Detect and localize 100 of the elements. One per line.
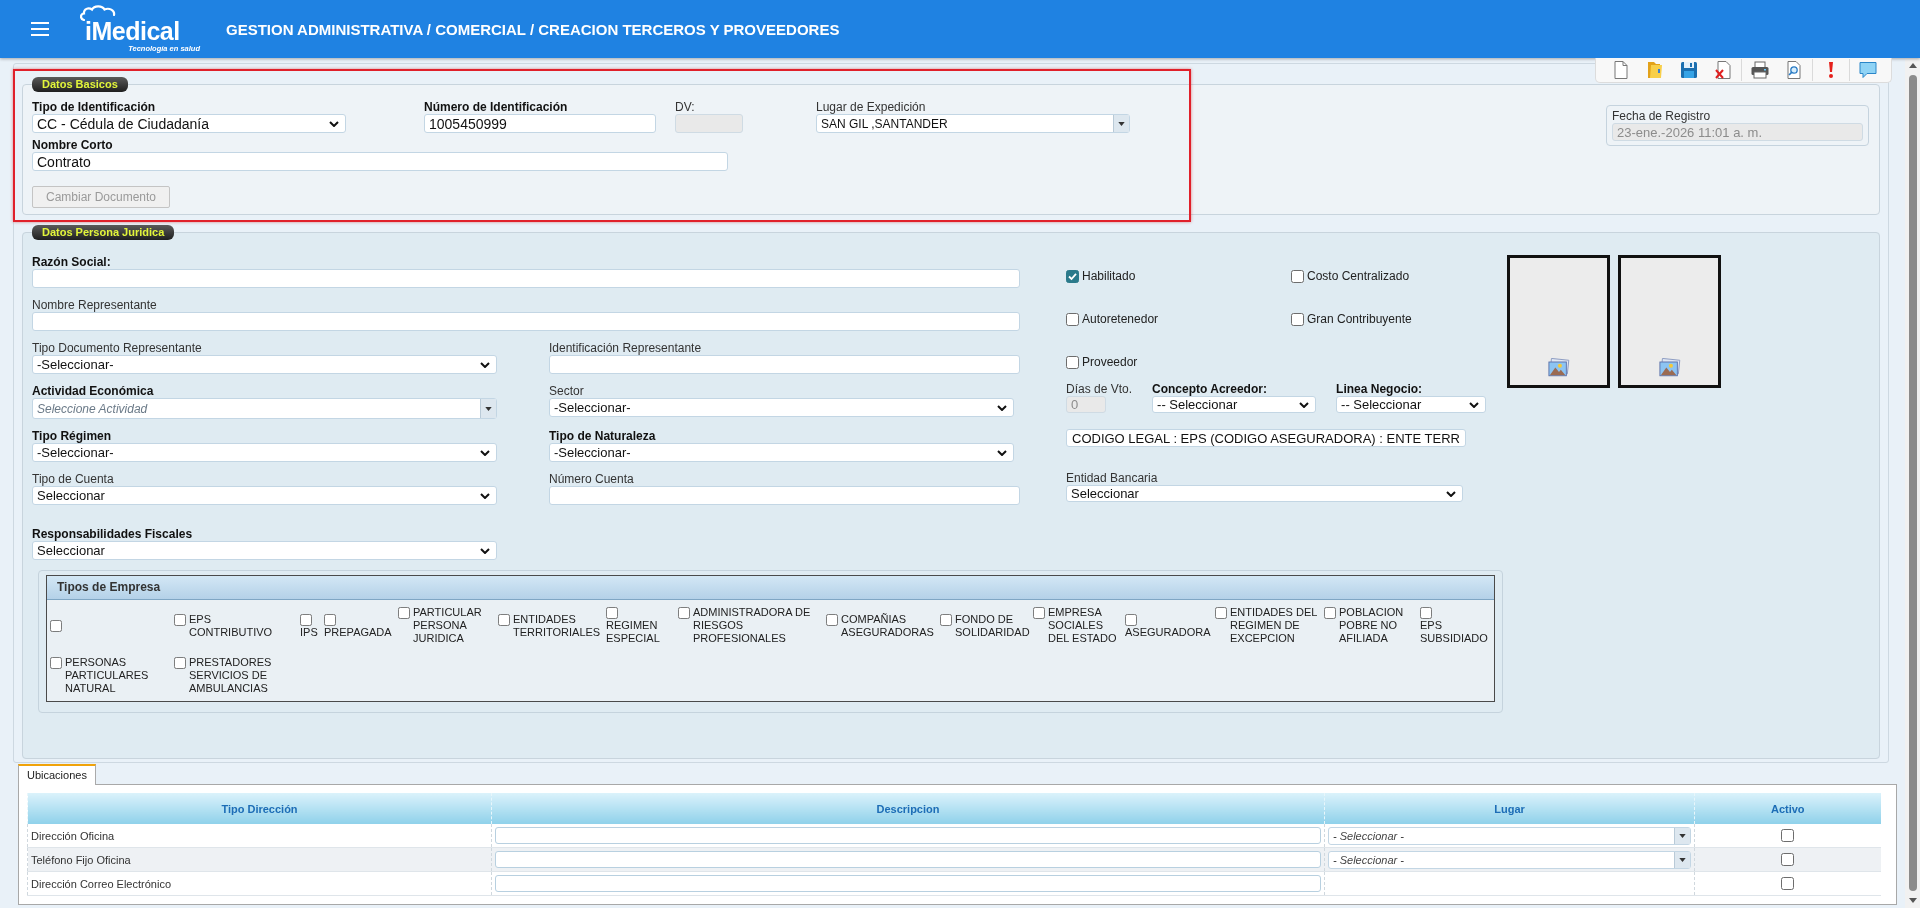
dropdown-button[interactable] xyxy=(1113,115,1129,132)
checkbox-label: Proveedor xyxy=(1082,355,1138,369)
checkbox[interactable] xyxy=(300,613,312,626)
checkbox-label: EPS CONTRIBUTIVO xyxy=(189,612,274,639)
chevron-down-icon xyxy=(997,449,1007,456)
select-field[interactable]: Seleccionar xyxy=(32,541,497,560)
checkbox-label: PRESTADORES SERVICIOS DE AMBULANCIAS xyxy=(189,656,273,695)
chevron-down-icon xyxy=(1469,401,1480,408)
field-label: Actividad Económica xyxy=(32,384,155,398)
checkbox[interactable] xyxy=(1066,312,1079,326)
select-field[interactable]: -Seleccionar- xyxy=(549,443,1014,462)
select-field[interactable]: CC - Cédula de Ciudadanía xyxy=(32,114,346,133)
caret-down-icon xyxy=(485,406,492,411)
checkbox[interactable] xyxy=(1291,269,1304,283)
checkbox[interactable] xyxy=(1781,877,1795,891)
field-label: Tipo de Identificación xyxy=(32,100,157,114)
checkbox[interactable] xyxy=(398,607,410,619)
document-icon[interactable] xyxy=(1611,60,1631,80)
checkbox[interactable] xyxy=(826,613,838,626)
caret-down-icon xyxy=(1679,857,1686,862)
field-label: Fecha de Registro xyxy=(1612,109,1712,123)
checkbox[interactable] xyxy=(1291,312,1304,326)
folder-icon[interactable] xyxy=(1645,60,1665,80)
checkbox[interactable] xyxy=(1781,853,1795,867)
caret-down-icon[interactable] xyxy=(1908,898,1917,903)
checkbox[interactable] xyxy=(606,607,618,619)
panel-header: Tipos de Empresa xyxy=(47,576,1494,600)
select-field[interactable]: -- Seleccionar xyxy=(1336,396,1487,413)
document-search-icon[interactable] xyxy=(1784,60,1804,80)
checkbox[interactable] xyxy=(1066,355,1079,369)
checkbox[interactable] xyxy=(1324,607,1336,619)
checkbox[interactable] xyxy=(1066,269,1079,283)
checkbox-label: Gran Contribuyente xyxy=(1307,312,1412,326)
field-label: Días de Vto. xyxy=(1066,382,1133,396)
dropdown-button[interactable] xyxy=(1674,851,1690,868)
checkbox[interactable] xyxy=(940,613,952,626)
text-field[interactable] xyxy=(495,827,1321,844)
checkbox-label: ASEGURADORA xyxy=(1125,625,1212,639)
ubicaciones-tab[interactable]: Ubicaciones xyxy=(18,764,96,785)
page-title: GESTION ADMINISTRATIVA / COMERCIAL / CREACION TERCEROS Y PROVEEDORES xyxy=(226,20,840,38)
combo-field[interactable]: - Seleccionar - xyxy=(1328,850,1691,869)
scrollbar[interactable] xyxy=(1905,58,1920,908)
text-field[interactable]: Contrato xyxy=(32,152,728,171)
checkbox[interactable] xyxy=(174,657,186,669)
checkbox[interactable] xyxy=(678,607,690,619)
checkbox[interactable] xyxy=(174,613,186,626)
checkbox[interactable] xyxy=(324,613,336,626)
checkbox[interactable] xyxy=(50,657,62,669)
checkbox[interactable] xyxy=(498,613,510,626)
chevron-down-icon xyxy=(329,120,339,127)
checkbox[interactable] xyxy=(50,620,62,632)
checkbox[interactable] xyxy=(1420,607,1432,619)
text-field[interactable]: CODIGO LEGAL : EPS (CODIGO ASEGURADORA) : ENTE TERR xyxy=(1066,429,1466,447)
select-field[interactable]: Seleccionar xyxy=(32,486,497,505)
save-icon[interactable] xyxy=(1679,60,1699,80)
printer-icon[interactable] xyxy=(1750,60,1770,80)
text-field[interactable] xyxy=(495,851,1321,868)
field-label: Concepto Acreedor: xyxy=(1152,382,1268,396)
field-label: Nombre Representante xyxy=(32,298,158,312)
image-icon xyxy=(1547,358,1570,377)
text-field[interactable]: 1005450999 xyxy=(424,114,656,133)
field-label: Sector xyxy=(549,384,585,398)
text-field[interactable] xyxy=(549,355,1020,374)
checkbox[interactable] xyxy=(1781,829,1795,843)
combo-field[interactable]: SAN GIL ,SANTANDER xyxy=(816,114,1130,133)
select-field[interactable]: -Seleccionar- xyxy=(32,355,497,374)
field-label: Razón Social: xyxy=(32,255,112,269)
checkbox-label: REGIMEN ESPECIAL xyxy=(606,619,661,645)
exclamation-icon[interactable] xyxy=(1827,60,1835,80)
checkbox[interactable] xyxy=(1215,607,1227,619)
checkbox[interactable] xyxy=(1125,613,1137,626)
field-label: Identificación Representante xyxy=(549,341,703,355)
text-field[interactable] xyxy=(32,269,1020,288)
checkbox-label: PERSONAS PARTICULARES NATURAL xyxy=(65,656,150,695)
select-field[interactable]: Seleccionar xyxy=(1066,485,1463,502)
image-icon xyxy=(1658,358,1681,377)
checkbox-label: EPS SUBSIDIADO xyxy=(1420,619,1489,645)
speech-bubble-icon[interactable] xyxy=(1858,60,1878,80)
table-cell: Dirección Oficina xyxy=(27,824,492,848)
combo-field[interactable]: - Seleccionar - xyxy=(1328,826,1691,845)
field-label: Linea Negocio: xyxy=(1336,382,1424,396)
checkbox[interactable] xyxy=(1033,607,1045,619)
text-field[interactable] xyxy=(32,312,1020,331)
select-field[interactable]: -Seleccionar- xyxy=(32,443,497,462)
dropdown-button[interactable] xyxy=(480,399,496,418)
caret-down-icon xyxy=(1679,833,1686,838)
menu-icon[interactable] xyxy=(31,22,49,36)
caret-up-icon[interactable] xyxy=(1908,63,1917,68)
combo-field[interactable]: Seleccione Actividad xyxy=(32,398,497,419)
text-field[interactable] xyxy=(549,486,1020,505)
document-x-icon[interactable] xyxy=(1713,60,1733,80)
checkbox-label: FONDO DE SOLIDARIDAD xyxy=(955,612,1030,639)
dropdown-button[interactable] xyxy=(1674,827,1690,844)
scrollbar-thumb[interactable] xyxy=(1908,75,1917,891)
text-field[interactable] xyxy=(495,875,1321,892)
column-header: Activo xyxy=(1694,793,1881,824)
select-field[interactable]: -Seleccionar- xyxy=(549,398,1014,417)
table-cell: Dirección Correo Electrónico xyxy=(27,871,492,896)
chevron-down-icon xyxy=(480,361,490,368)
select-field[interactable]: -- Seleccionar xyxy=(1152,396,1317,413)
